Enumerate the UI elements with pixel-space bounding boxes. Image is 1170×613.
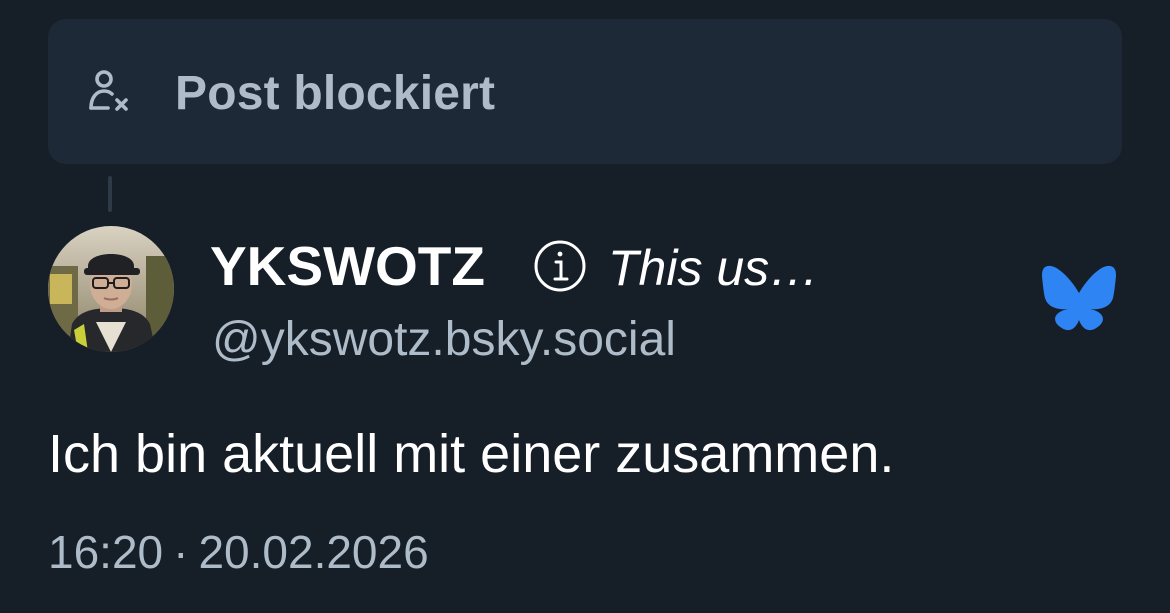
post-text: Ich bin aktuell mit einer zusammen. — [48, 424, 895, 484]
info-icon[interactable] — [532, 238, 588, 294]
post-timestamp[interactable]: 16:20 · 20.02.2026 — [48, 520, 429, 584]
blocked-post-label: Post blockiert — [175, 67, 496, 120]
post-date: 20.02.2026 — [198, 526, 429, 578]
author-handle[interactable]: @ykswotz.bsky.social — [212, 308, 676, 372]
person-blocked-icon — [89, 70, 128, 111]
bluesky-butterfly-icon[interactable] — [1042, 265, 1116, 331]
avatar-photo — [48, 226, 174, 352]
avatar[interactable] — [48, 226, 174, 352]
author-label-text[interactable]: This us… — [608, 236, 819, 300]
post-time: 16:20 — [48, 526, 164, 578]
thread-connector-line — [108, 176, 112, 212]
timestamp-separator: · — [173, 526, 189, 578]
author-display-name[interactable]: YKSWOTZ — [210, 234, 485, 298]
